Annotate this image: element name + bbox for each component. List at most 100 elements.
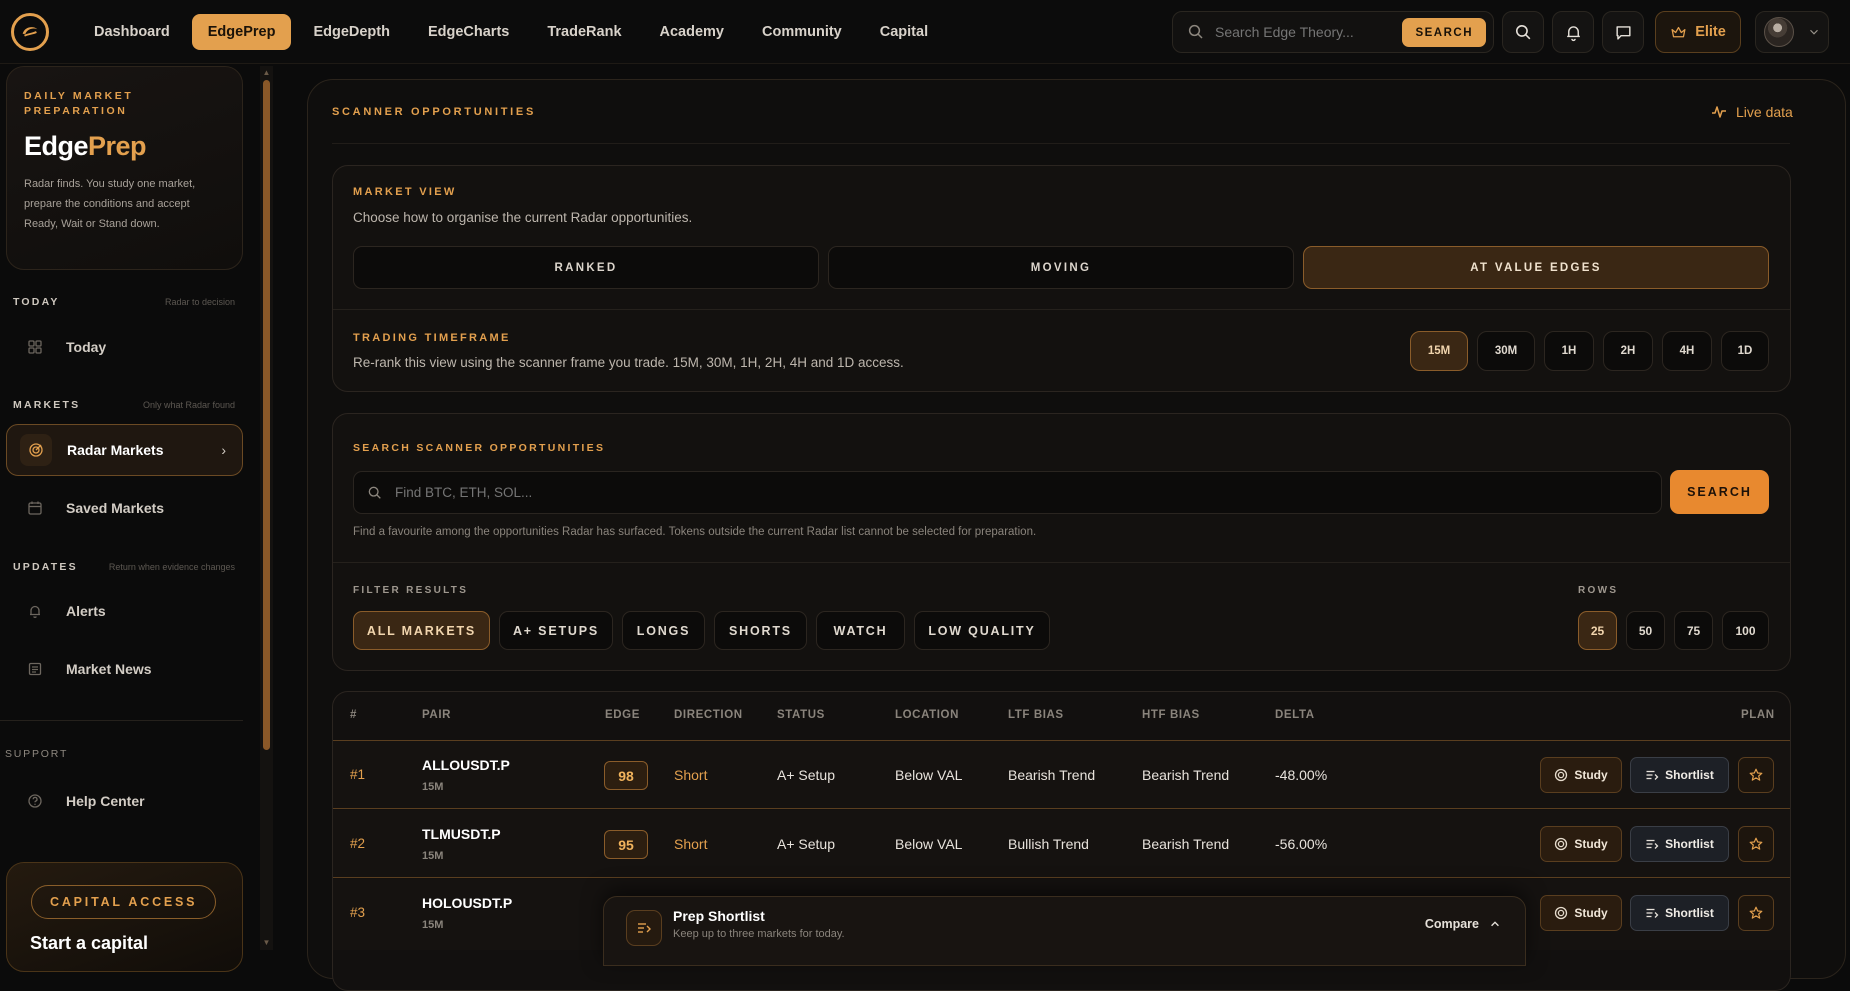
study-label: Study	[1574, 906, 1608, 920]
nav-dashboard[interactable]: Dashboard	[78, 14, 186, 50]
rows-75-button[interactable]: 75	[1674, 611, 1713, 650]
filter-watch[interactable]: WATCH	[816, 611, 905, 650]
study-button[interactable]: Study	[1540, 826, 1622, 862]
sidebar-item-saved-markets[interactable]: Saved Markets	[6, 482, 243, 534]
market-view-divider	[333, 309, 1790, 310]
col-header-delta[interactable]: DELTA	[1275, 709, 1315, 721]
timeframe-description: Re-rank this view using the scanner fram…	[353, 355, 904, 370]
row-timeframe: 15M	[422, 781, 444, 793]
sidebar-item-alerts[interactable]: Alerts	[6, 585, 243, 637]
compare-button[interactable]: Compare	[1425, 917, 1501, 931]
timeframe-30m-button[interactable]: 30M	[1477, 331, 1535, 371]
filter-shorts[interactable]: SHORTS	[714, 611, 807, 650]
filter-low-quality[interactable]: LOW QUALITY	[914, 611, 1050, 650]
timeframe-15m-button[interactable]: 15M	[1410, 331, 1468, 371]
sidebar-item-radar-markets[interactable]: Radar Markets ›	[6, 424, 243, 476]
nav-community[interactable]: Community	[746, 14, 858, 50]
scanner-search-input[interactable]	[395, 485, 995, 500]
view-at-value-edges-button[interactable]: AT VALUE EDGES	[1303, 246, 1769, 289]
prep-shortlist-bar[interactable]: Prep Shortlist Keep up to three markets …	[603, 896, 1526, 966]
timeframe-1h-button[interactable]: 1H	[1544, 331, 1594, 371]
bell-icon	[19, 595, 51, 627]
capital-access-card[interactable]: CAPITAL ACCESS Start a capital	[6, 862, 243, 972]
study-button[interactable]: Study	[1540, 895, 1622, 931]
scroll-up-icon[interactable]: ▲	[262, 68, 271, 77]
edge-score-badge: 95	[604, 830, 648, 859]
timeframe-2h-button[interactable]: 2H	[1603, 331, 1653, 371]
col-header-pair[interactable]: PAIR	[422, 709, 451, 721]
save-star-button[interactable]	[1738, 895, 1774, 931]
search-button[interactable]	[1502, 11, 1544, 53]
elite-plan-button[interactable]: Elite	[1655, 11, 1741, 53]
sidebar-item-label: Saved Markets	[66, 500, 165, 516]
row-pair[interactable]: ALLOUSDT.P	[422, 757, 510, 773]
shortlist-button[interactable]: Shortlist	[1630, 757, 1729, 793]
col-header-ltf-bias[interactable]: LTF BIAS	[1008, 709, 1064, 721]
nav-edgedepth[interactable]: EdgeDepth	[297, 14, 406, 50]
edge-theory-logo[interactable]	[11, 12, 49, 51]
nav-edgeprep[interactable]: EdgePrep	[191, 13, 292, 50]
live-data-indicator[interactable]: Live data	[1711, 104, 1793, 120]
rows-25-button[interactable]: 25	[1578, 611, 1617, 650]
view-ranked-button[interactable]: RANKED	[353, 246, 819, 289]
nav-traderank[interactable]: TradeRank	[531, 14, 637, 50]
filter-heading: FILTER RESULTS	[353, 585, 469, 596]
filter-a-plus-setups[interactable]: A+ SETUPS	[499, 611, 613, 650]
section-today-heading: TODAY	[13, 296, 60, 308]
global-search-button[interactable]: SEARCH	[1402, 18, 1486, 47]
activity-icon	[1712, 106, 1726, 118]
search-divider	[333, 562, 1790, 563]
elite-label: Elite	[1695, 24, 1726, 40]
profile-menu[interactable]	[1755, 11, 1829, 53]
scanner-search-field	[353, 471, 1662, 514]
sidebar-scrollbar-thumb[interactable]	[263, 80, 270, 750]
rows-100-button[interactable]: 100	[1722, 611, 1769, 650]
col-header-edge[interactable]: EDGE	[605, 709, 640, 721]
global-search-input[interactable]	[1215, 24, 1405, 40]
shortlist-button[interactable]: Shortlist	[1630, 826, 1729, 862]
sidebar-item-today[interactable]: Today	[6, 321, 243, 373]
row-htf-bias: Bearish Trend	[1142, 767, 1230, 783]
sidebar-item-help-center[interactable]: Help Center	[6, 775, 243, 827]
study-button[interactable]: Study	[1540, 757, 1622, 793]
section-updates-hint: Return when evidence changes	[108, 562, 235, 572]
rows-50-button[interactable]: 50	[1626, 611, 1665, 650]
star-icon	[1749, 768, 1763, 781]
chevron-right-icon: ›	[221, 442, 226, 458]
section-markets: MARKETS Only what Radar found	[13, 399, 235, 411]
shortlist-button[interactable]: Shortlist	[1630, 895, 1729, 931]
nav-academy[interactable]: Academy	[644, 14, 740, 50]
messages-button[interactable]	[1602, 11, 1644, 53]
avatar	[1764, 17, 1794, 47]
sidebar-item-market-news[interactable]: Market News	[6, 643, 243, 695]
row-pair[interactable]: HOLOUSDT.P	[422, 895, 512, 911]
save-star-button[interactable]	[1738, 826, 1774, 862]
nav-capital[interactable]: Capital	[864, 14, 944, 50]
scroll-down-icon[interactable]: ▼	[262, 938, 271, 947]
market-view-heading: MARKET VIEW	[353, 186, 457, 198]
view-moving-button[interactable]: MOVING	[828, 246, 1294, 289]
row-pair[interactable]: TLMUSDT.P	[422, 826, 501, 842]
col-header-direction[interactable]: DIRECTION	[674, 709, 743, 721]
filter-longs[interactable]: LONGS	[622, 611, 705, 650]
notifications-button[interactable]	[1552, 11, 1594, 53]
star-icon	[1749, 906, 1763, 919]
col-header-location[interactable]: LOCATION	[895, 709, 959, 721]
sidebar-item-label: Radar Markets	[67, 442, 164, 458]
panel-divider	[332, 143, 1790, 144]
col-header-status[interactable]: STATUS	[777, 709, 825, 721]
col-header-htf-bias[interactable]: HTF BIAS	[1142, 709, 1200, 721]
list-add-icon	[1646, 770, 1659, 780]
search-heading: SEARCH SCANNER OPPORTUNITIES	[353, 442, 606, 454]
section-markets-heading: MARKETS	[13, 399, 81, 411]
sidebar-item-label: Help Center	[66, 793, 145, 809]
filter-all-markets[interactable]: ALL MARKETS	[353, 611, 490, 650]
save-star-button[interactable]	[1738, 757, 1774, 793]
scanner-search-button[interactable]: SEARCH	[1670, 470, 1769, 514]
section-today: TODAY Radar to decision	[13, 296, 235, 308]
search-icon	[1515, 24, 1530, 39]
edgeprep-intro-card: DAILY MARKET PREPARATION EdgePrep Radar …	[6, 66, 243, 270]
timeframe-4h-button[interactable]: 4H	[1662, 331, 1712, 371]
timeframe-1d-button[interactable]: 1D	[1721, 331, 1769, 371]
nav-edgecharts[interactable]: EdgeCharts	[412, 14, 525, 50]
